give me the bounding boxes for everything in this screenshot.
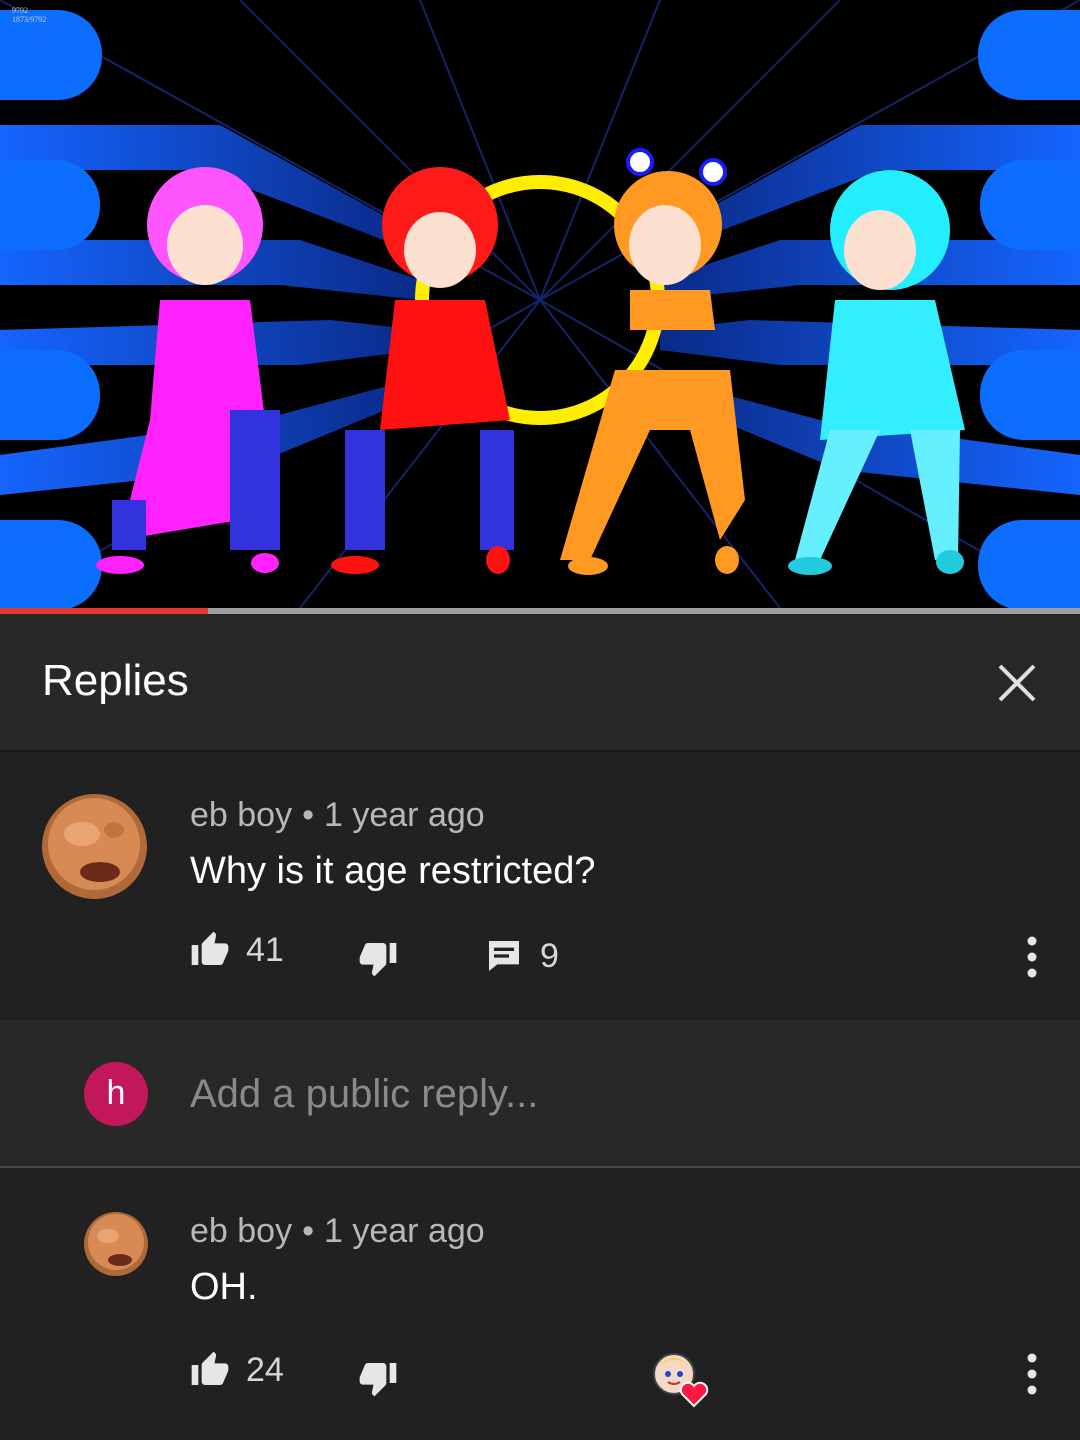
character-pink — [96, 167, 280, 574]
close-button[interactable] — [990, 656, 1044, 710]
replies-header: Replies — [0, 614, 1080, 752]
creator-heart-icon — [653, 1353, 709, 1408]
more-vert-icon — [1027, 936, 1037, 978]
thumb-up-icon — [191, 1351, 229, 1385]
reply-meta: eb boy • 1 year ago — [190, 1212, 485, 1251]
reply-time: 1 year ago — [324, 1212, 485, 1250]
comment-text: Why is it age restricted? — [190, 850, 596, 892]
dislike-button[interactable] — [358, 938, 398, 978]
reply-input[interactable] — [190, 1068, 1030, 1120]
replies-title: Replies — [42, 656, 189, 705]
comment-meta: eb boy • 1 year ago — [190, 796, 485, 835]
author-avatar[interactable] — [42, 794, 147, 899]
video-frame — [0, 0, 1080, 608]
user-avatar[interactable]: h — [84, 1062, 148, 1126]
like-button[interactable]: 41 — [190, 930, 284, 970]
reply-author[interactable]: eb boy — [190, 1212, 292, 1250]
reply-text: OH. — [190, 1266, 258, 1308]
character-cyan — [788, 170, 965, 575]
close-icon — [998, 664, 1036, 702]
reply-like-button[interactable]: 24 — [190, 1350, 284, 1390]
reply-count: 9 — [540, 936, 559, 975]
reply-composer: h — [0, 1020, 1080, 1168]
video-frame-counter: 9792 1873/9792 — [12, 6, 47, 24]
meta-separator: • — [302, 1212, 314, 1250]
thumb-up-icon — [191, 931, 229, 965]
comment-author[interactable]: eb boy — [190, 796, 292, 834]
reply-author-avatar[interactable] — [84, 1212, 148, 1276]
comment-icon — [489, 941, 519, 971]
creator-heart-badge — [652, 1350, 712, 1410]
reply-comment: eb boy • 1 year ago OH. 24 — [0, 1168, 1080, 1440]
reply-like-count: 24 — [246, 1350, 284, 1389]
reply-author-avatar-image — [84, 1212, 148, 1276]
replies-count-button[interactable]: 9 — [484, 936, 559, 976]
comment-menu-button[interactable] — [1017, 927, 1047, 987]
comment-time: 1 year ago — [324, 796, 485, 834]
thumb-down-icon — [359, 1363, 397, 1397]
video-player[interactable]: 9792 1873/9792 — [0, 0, 1080, 608]
more-vert-icon — [1027, 1353, 1037, 1395]
meta-separator: • — [302, 796, 314, 834]
reply-dislike-button[interactable] — [358, 1358, 398, 1398]
author-avatar-image — [42, 794, 147, 899]
reply-menu-button[interactable] — [1017, 1344, 1047, 1404]
parent-comment: eb boy • 1 year ago Why is it age restrict… — [0, 752, 1080, 1020]
like-count: 41 — [246, 930, 284, 969]
thumb-down-icon — [359, 943, 397, 977]
